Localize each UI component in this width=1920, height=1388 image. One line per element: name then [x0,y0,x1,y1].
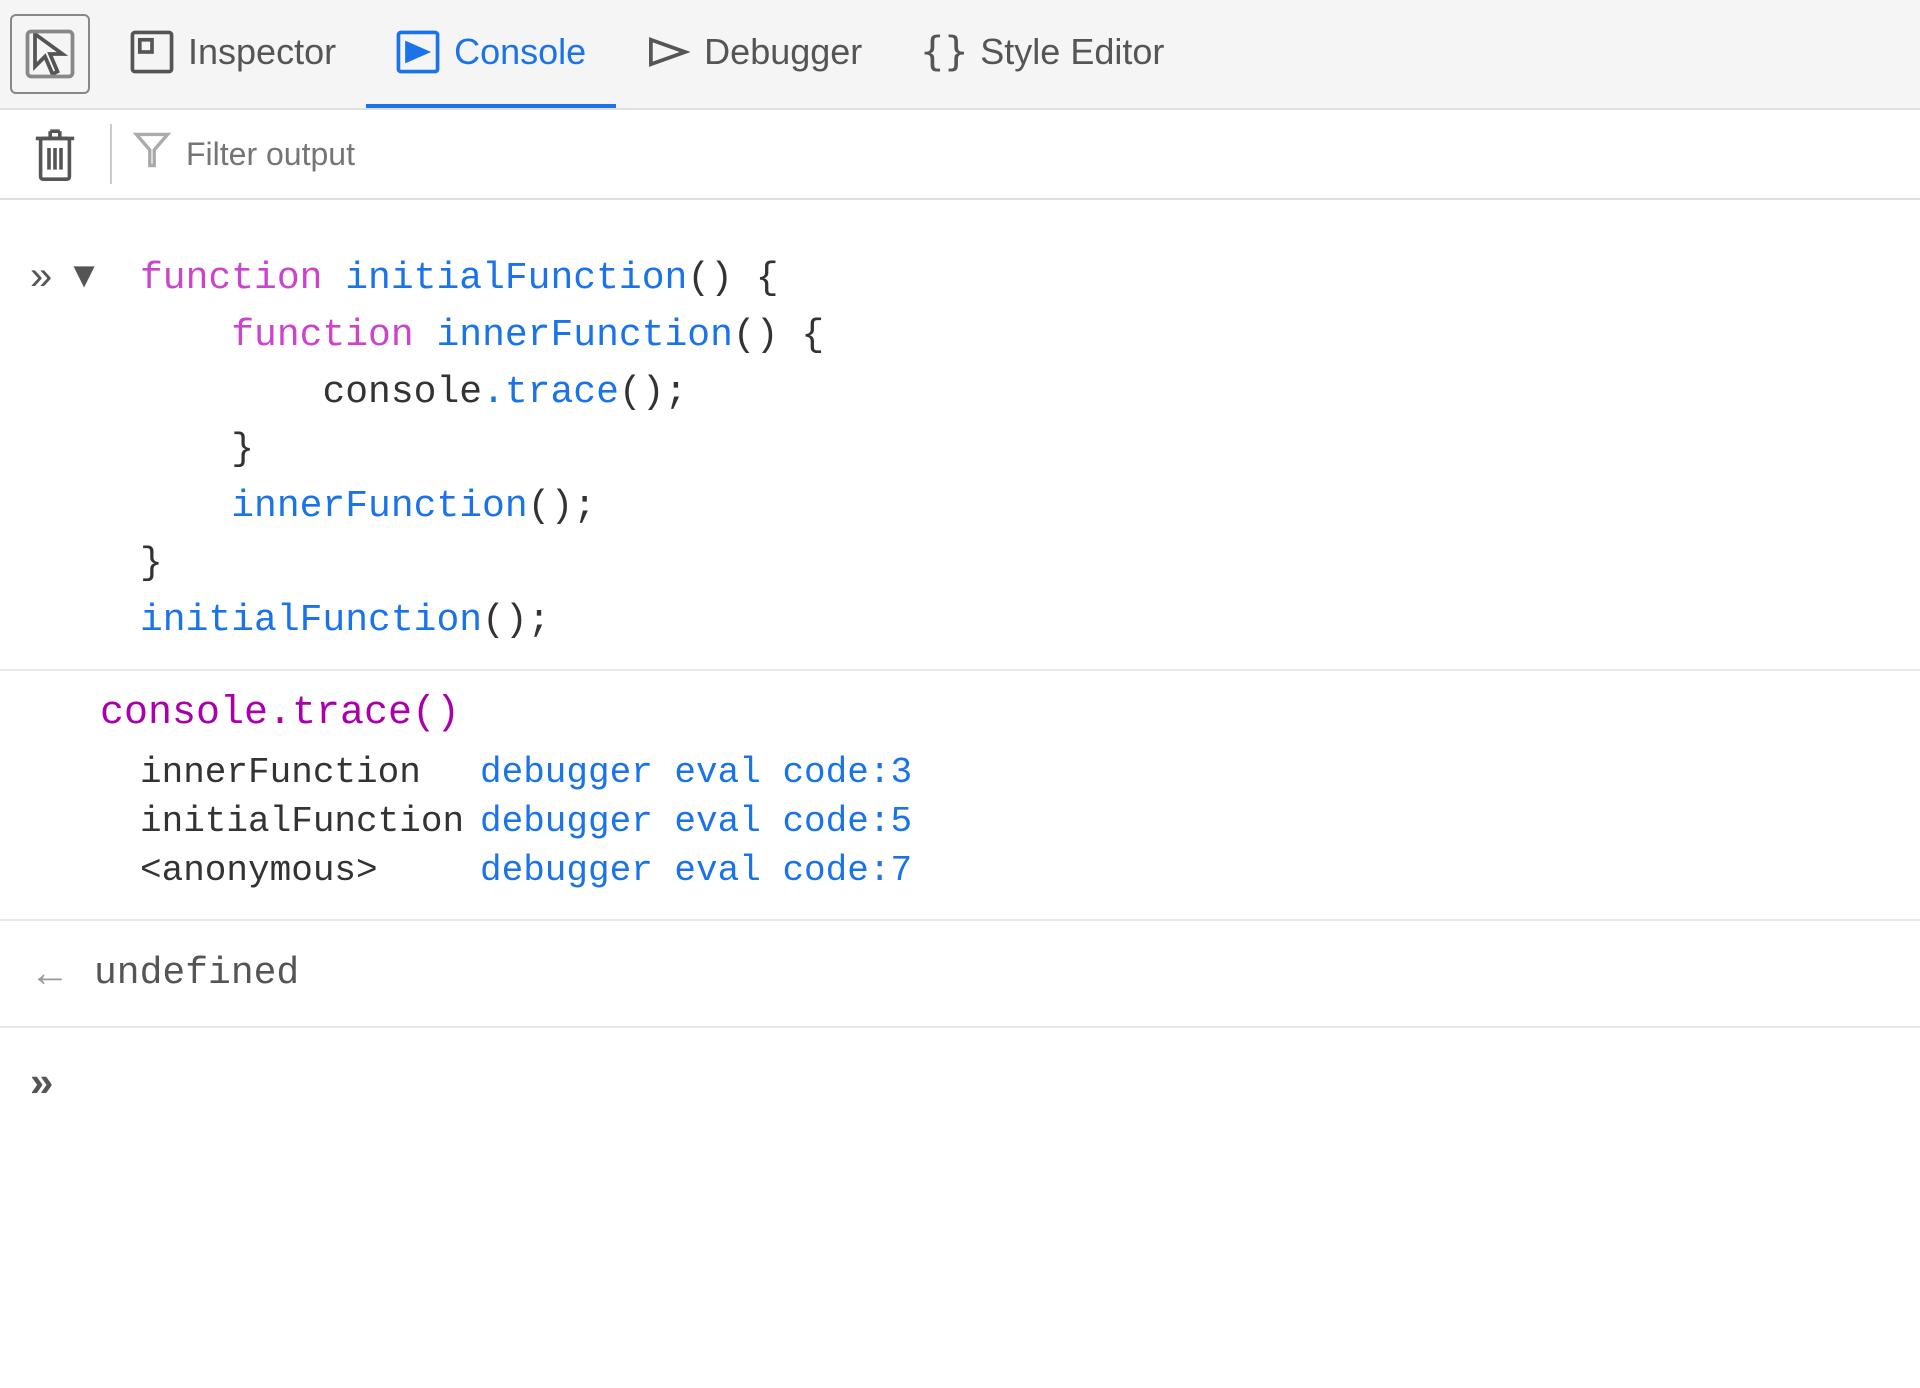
trace-loc-1[interactable]: debugger eval code:3 [480,752,912,793]
tab-debugger[interactable]: Debugger [616,0,892,108]
tab-style-editor[interactable]: {} Style Editor [892,0,1194,108]
filter-icon [132,130,172,178]
console-output: » ▼ function initialFunction() { functio… [0,200,1920,1136]
toolbar: Inspector Console Debugger {} Style Edit… [0,0,1920,110]
tab-style-editor-label: Style Editor [980,31,1164,73]
filter-input-wrapper [132,130,1900,178]
console-icon [396,30,440,74]
collapse-icon[interactable]: ▼ [66,254,102,296]
console-input-row[interactable]: » [0,1028,1920,1136]
filter-input[interactable] [186,136,1900,173]
tab-inspector-label: Inspector [188,31,336,73]
trace-fn-1: innerFunction [140,752,480,793]
return-value-row: ← undefined [0,921,1920,1028]
debugger-icon [646,30,690,74]
cursor-tool-button[interactable] [10,14,90,94]
trace-output-block: console.trace() innerFunction debugger e… [0,671,1920,921]
filter-bar [0,110,1920,200]
trace-table: innerFunction debugger eval code:3 initi… [140,752,1820,891]
style-editor-icon: {} [922,30,966,74]
double-chevron-icon: » [30,254,52,299]
code-content: function initialFunction() { function in… [140,250,1890,649]
tab-console-label: Console [454,31,586,73]
row-controls: » ▼ [30,250,120,299]
return-value: undefined [94,952,299,995]
inspector-icon [130,30,174,74]
trace-loc-3[interactable]: debugger eval code:7 [480,850,912,891]
trace-fn-3: <anonymous> [140,850,480,891]
toolbar-divider [110,124,112,184]
table-row: innerFunction debugger eval code:3 [140,752,1820,793]
table-row: <anonymous> debugger eval code:7 [140,850,1820,891]
return-arrow-icon: ← [30,951,70,996]
tab-debugger-label: Debugger [704,31,862,73]
prompt-icon: » [30,1058,53,1106]
tab-inspector[interactable]: Inspector [100,0,366,108]
tab-console[interactable]: Console [366,0,616,108]
clear-console-button[interactable] [20,119,90,189]
table-row: initialFunction debugger eval code:5 [140,801,1820,842]
console-input[interactable] [73,1061,1890,1104]
trace-loc-2[interactable]: debugger eval code:5 [480,801,912,842]
trace-title: console.trace() [100,691,1820,736]
code-block-row: » ▼ function initialFunction() { functio… [0,230,1920,671]
trace-fn-2: initialFunction [140,801,480,842]
